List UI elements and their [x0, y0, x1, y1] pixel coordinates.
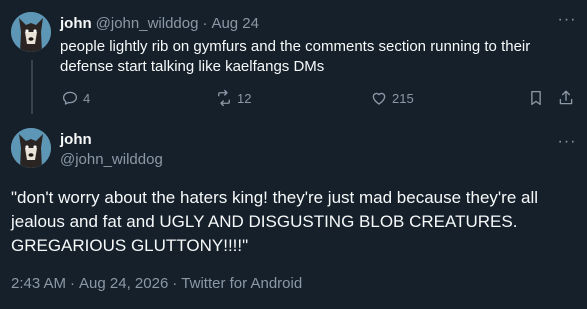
user-handle[interactable]: @john_wilddog	[96, 15, 199, 32]
separator: ·	[172, 275, 178, 292]
tweet-thread: john @john_wilddog · Aug 24 ··· people l…	[0, 0, 587, 309]
share-icon	[559, 90, 573, 105]
more-options-button[interactable]: ···	[557, 132, 577, 152]
wolf-avatar-icon	[11, 128, 51, 168]
tweet-source: Twitter for Android	[181, 275, 303, 292]
tweet-header: john @john_wilddog · Aug 24	[60, 13, 259, 33]
tweet-text: people lightly rib on gymfurs and the co…	[60, 38, 531, 75]
avatar[interactable]	[11, 128, 51, 168]
reply-button[interactable]: 4	[61, 88, 90, 108]
more-options-button[interactable]: ···	[557, 10, 577, 30]
user-handle[interactable]: @john_wilddog	[60, 151, 163, 168]
retweet-button[interactable]: 12	[215, 88, 251, 108]
bookmark-button[interactable]	[527, 88, 545, 108]
wolf-avatar-icon	[11, 12, 51, 52]
like-button[interactable]: 215	[370, 88, 414, 108]
like-count: 215	[392, 90, 414, 106]
tweet-time[interactable]: 2:43 AM	[11, 275, 66, 292]
separator: ·	[70, 275, 76, 292]
tweet-meta: 2:43 AM · Aug 24, 2026 · Twitter for And…	[11, 275, 302, 292]
tweet-date[interactable]: Aug 24	[211, 15, 259, 32]
tweet-actions: 4 12 215	[55, 88, 580, 108]
retweet-count: 12	[237, 90, 252, 106]
separator: ·	[202, 14, 208, 32]
tweet-date[interactable]: Aug 24, 2026	[79, 275, 168, 292]
retweet-icon	[218, 89, 230, 107]
display-name[interactable]: john	[60, 15, 92, 32]
avatar[interactable]	[11, 12, 51, 52]
thread-line	[31, 60, 33, 114]
display-name[interactable]: john	[60, 131, 92, 148]
tweet-text: "don't worry about the haters king! they…	[11, 188, 538, 255]
share-button[interactable]	[557, 88, 575, 108]
bookmark-icon	[531, 90, 541, 106]
reply-count: 4	[83, 90, 91, 106]
reply-icon	[62, 91, 78, 105]
heart-icon	[372, 92, 386, 105]
